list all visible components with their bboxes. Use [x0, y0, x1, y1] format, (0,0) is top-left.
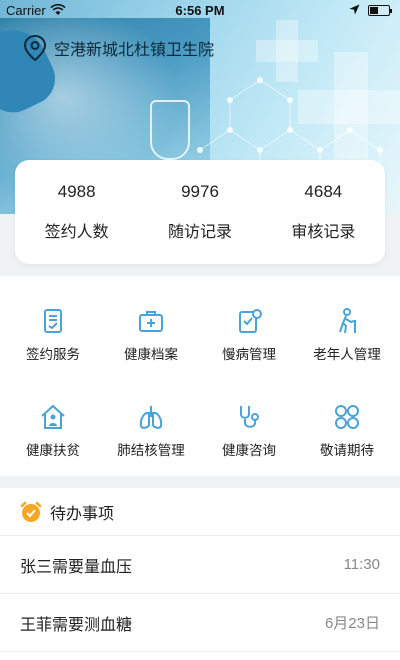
menu-item-elderly-management[interactable]: 老年人管理 [297, 307, 397, 363]
contract-document-icon [44, 309, 62, 333]
menu-label: 敬请期待 [320, 443, 374, 459]
stats-card: 4988 签约人数 9976 随访记录 4684 审核记录 [15, 160, 385, 264]
menu-item-health-consult[interactable]: 健康咨询 [199, 403, 299, 459]
stat-label: 随访记录 [167, 222, 232, 241]
alarm-clock-icon [20, 501, 42, 522]
stat-label: 签约人数 [44, 222, 109, 241]
map-pin-icon [23, 34, 47, 62]
stat-value: 9976 [181, 182, 219, 201]
clock-time: 6:56 PM [175, 3, 225, 18]
todo-title: 待办事项 [50, 503, 115, 523]
menu-label: 肺结核管理 [117, 443, 185, 459]
chronic-disease-icon [239, 309, 262, 333]
menu-label: 健康扶贫 [26, 443, 80, 459]
more-grid-icon [335, 405, 359, 429]
status-bar: Carrier 6:56 PM [0, 0, 400, 22]
menu-label: 健康咨询 [222, 443, 276, 459]
menu-item-contract-service[interactable]: 签约服务 [3, 307, 103, 363]
medical-kit-icon [139, 311, 163, 332]
location-arrow-icon [349, 4, 360, 15]
todo-header: 待办事项 [0, 488, 400, 536]
todo-time: 6月23日 [324, 615, 380, 632]
todo-text: 王菲需要测血糖 [20, 614, 133, 634]
todo-text: 张三需要量血压 [20, 556, 133, 576]
stat-value: 4988 [57, 182, 96, 201]
stat-followup-records[interactable]: 9976 随访记录 [138, 160, 261, 264]
home-health-icon [41, 404, 65, 429]
todo-row[interactable]: 王菲需要测血糖 6月23日 [0, 594, 400, 652]
battery-icon [368, 5, 392, 16]
stat-review-records[interactable]: 4684 审核记录 [262, 160, 385, 264]
stethoscope-icon [240, 406, 259, 428]
menu-item-health-records[interactable]: 健康档案 [101, 307, 201, 363]
todo-time: 11:30 [343, 556, 380, 573]
menu-item-coming-soon[interactable]: 敬请期待 [297, 403, 397, 459]
menu-item-tuberculosis[interactable]: 肺结核管理 [101, 403, 201, 459]
menu-label: 签约服务 [26, 347, 80, 363]
menu-label: 慢病管理 [222, 347, 276, 363]
stat-label: 审核记录 [291, 222, 356, 241]
location-selector[interactable]: 空港新城北杜镇卫生院 [22, 34, 214, 62]
elderly-walking-icon [339, 308, 356, 334]
todo-row[interactable]: 张三需要量血压 11:30 [0, 536, 400, 594]
menu-item-chronic-disease[interactable]: 慢病管理 [199, 307, 299, 363]
todo-section: 待办事项 张三需要量血压 11:30 王菲需要测血糖 6月23日 [0, 488, 400, 660]
menu-label: 健康档案 [124, 347, 178, 363]
menu-label: 老年人管理 [313, 347, 381, 363]
menu-item-health-poverty[interactable]: 健康扶贫 [3, 403, 103, 459]
service-menu-grid: 签约服务 健康档案 慢病管理 老年人管理 健康扶贫 肺结核管理 健康咨询 敬请期… [0, 276, 400, 476]
stat-signed-count[interactable]: 4988 签约人数 [15, 160, 138, 264]
lungs-icon [139, 406, 163, 429]
stat-value: 4684 [304, 182, 343, 201]
clinic-name: 空港新城北杜镇卫生院 [54, 40, 215, 59]
